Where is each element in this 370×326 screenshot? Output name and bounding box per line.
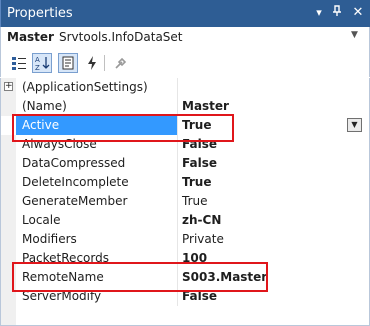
property-value[interactable]: Master bbox=[182, 99, 229, 113]
chevron-down-icon[interactable]: ▼ bbox=[351, 30, 358, 40]
property-name: GenerateMember bbox=[22, 194, 128, 208]
property-row-generatemember[interactable]: GenerateMember True bbox=[1, 192, 369, 211]
title-bar: Properties ▾ ✕ bbox=[0, 0, 370, 27]
panel-title: Properties bbox=[7, 6, 73, 21]
svg-text:A: A bbox=[35, 56, 40, 64]
alphabetical-icon: A Z bbox=[35, 56, 50, 71]
properties-toolbar: A Z bbox=[0, 49, 370, 77]
property-name: DataCompressed bbox=[22, 156, 126, 170]
property-value[interactable]: zh-CN bbox=[182, 213, 221, 227]
property-row-locale[interactable]: Locale zh-CN bbox=[1, 211, 369, 230]
property-name: (ApplicationSettings) bbox=[22, 80, 148, 94]
property-row-deleteincomplete[interactable]: DeleteIncomplete True bbox=[1, 173, 369, 192]
property-name: DeleteIncomplete bbox=[22, 175, 129, 189]
property-value[interactable]: True bbox=[182, 175, 211, 189]
categorized-icon bbox=[12, 57, 26, 70]
properties-icon bbox=[62, 56, 74, 70]
properties-button[interactable] bbox=[58, 53, 78, 73]
property-row-modifiers[interactable]: Modifiers Private bbox=[1, 230, 369, 249]
categorized-button[interactable] bbox=[9, 53, 29, 73]
expand-icon[interactable]: + bbox=[4, 82, 13, 91]
property-pages-button[interactable] bbox=[111, 53, 131, 73]
property-row-applicationsettings[interactable]: + (ApplicationSettings) bbox=[1, 78, 369, 97]
property-value[interactable]: True bbox=[182, 194, 208, 208]
object-selector[interactable]: Master Srvtools.InfoDataSet ▼ bbox=[0, 27, 370, 49]
svg-text:Z: Z bbox=[35, 64, 40, 71]
object-name: Master bbox=[7, 30, 54, 44]
property-name: Modifiers bbox=[22, 232, 77, 246]
pin-icon[interactable] bbox=[329, 5, 345, 21]
property-row-datacompressed[interactable]: DataCompressed False bbox=[1, 154, 369, 173]
events-button[interactable] bbox=[82, 53, 102, 73]
close-icon[interactable]: ✕ bbox=[350, 5, 366, 21]
events-icon bbox=[88, 56, 96, 70]
toolbar-separator bbox=[104, 55, 105, 71]
property-name: (Name) bbox=[22, 99, 67, 113]
property-name: Locale bbox=[22, 213, 61, 227]
dropdown-arrow-icon[interactable]: ▼ bbox=[347, 118, 362, 132]
property-value[interactable]: False bbox=[182, 156, 217, 170]
annotation-box-remotename bbox=[12, 262, 268, 292]
annotation-box-active bbox=[12, 114, 234, 142]
property-pages-icon bbox=[115, 57, 127, 69]
property-value[interactable]: Private bbox=[182, 232, 224, 246]
object-type: Srvtools.InfoDataSet bbox=[59, 30, 183, 44]
alphabetical-button[interactable]: A Z bbox=[32, 53, 52, 73]
window-position-dropdown-icon[interactable]: ▾ bbox=[311, 5, 327, 21]
